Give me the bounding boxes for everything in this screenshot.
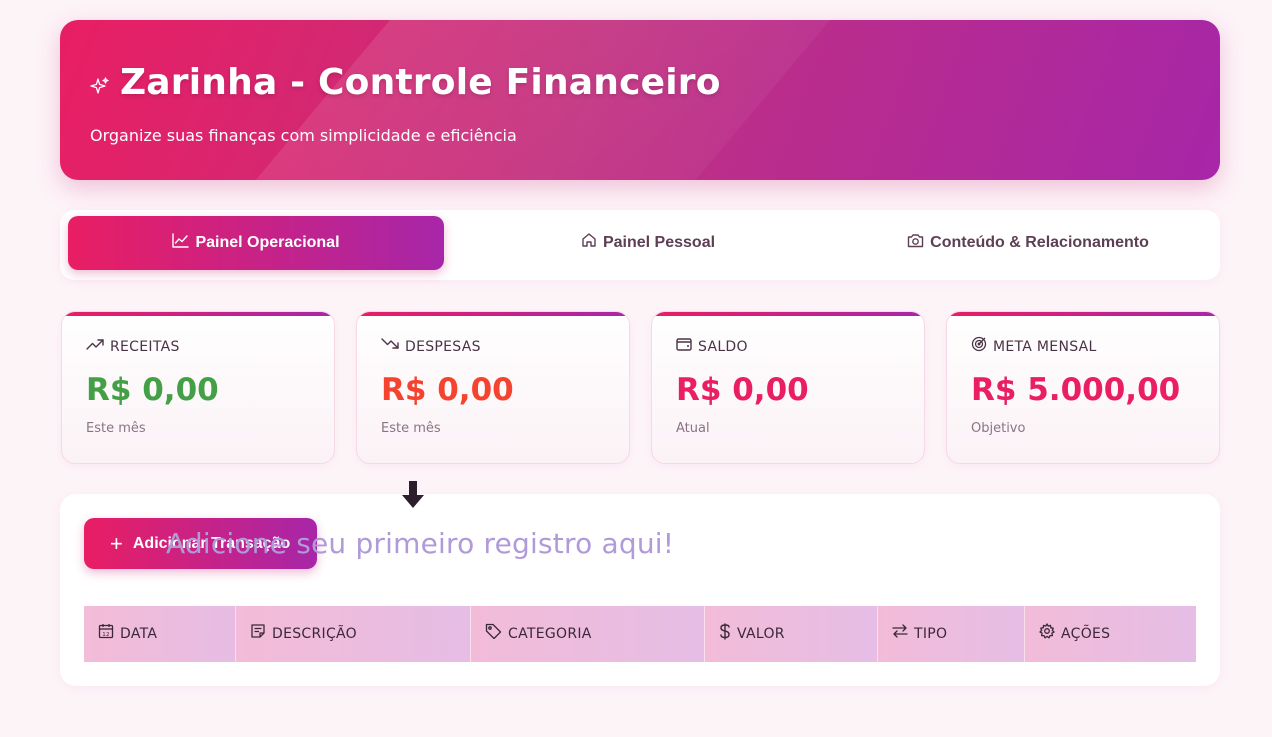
tab-label: Painel Operacional bbox=[195, 234, 340, 251]
card-label: SALDO bbox=[698, 339, 748, 355]
app-header: Zarinha - Controle Financeiro Organize s… bbox=[60, 20, 1220, 180]
column-header-categoria[interactable]: CATEGORIA bbox=[471, 606, 705, 662]
card-meta-mensal: META MENSAL R$ 5.000,00 Objetivo bbox=[946, 311, 1220, 464]
card-value: R$ 5.000,00 bbox=[971, 372, 1181, 408]
tab-conteudo-relacionamento[interactable]: Conteúdo & Relacionamento bbox=[844, 216, 1212, 270]
card-saldo: SALDO R$ 0,00 Atual bbox=[651, 311, 925, 464]
column-header-descricao[interactable]: DESCRIÇÃO bbox=[236, 606, 471, 662]
chart-line-icon bbox=[172, 232, 190, 248]
card-label-row: DESPESAS bbox=[381, 338, 481, 355]
column-label: DATA bbox=[120, 626, 158, 642]
column-label: VALOR bbox=[737, 626, 785, 642]
main-tabs: Painel Operacional Painel Pessoal Conteú… bbox=[60, 210, 1220, 280]
tab-painel-operacional[interactable]: Painel Operacional bbox=[68, 216, 444, 270]
card-caption: Objetivo bbox=[971, 421, 1026, 436]
card-label-row: SALDO bbox=[676, 338, 748, 355]
card-label: RECEITAS bbox=[110, 339, 180, 355]
column-label: AÇÕES bbox=[1061, 626, 1111, 642]
card-caption: Este mês bbox=[86, 421, 146, 436]
target-icon bbox=[971, 336, 987, 352]
column-label: DESCRIÇÃO bbox=[272, 626, 357, 642]
transactions-table-header: 12 DATA DESCRIÇÃO CATEGORIA VALOR TIPO A… bbox=[84, 606, 1196, 662]
card-caption: Atual bbox=[676, 421, 710, 436]
calendar-icon: 12 bbox=[98, 624, 114, 639]
svg-text:12: 12 bbox=[102, 632, 110, 638]
page-subtitle: Organize suas finanças com simplicidade … bbox=[90, 126, 517, 145]
card-receitas: RECEITAS R$ 0,00 Este mês bbox=[61, 311, 335, 464]
home-icon bbox=[582, 233, 596, 247]
column-header-tipo[interactable]: TIPO bbox=[878, 606, 1025, 662]
tag-icon bbox=[485, 623, 502, 639]
card-despesas: DESPESAS R$ 0,00 Este mês bbox=[356, 311, 630, 464]
trending-up-icon bbox=[86, 339, 104, 350]
plus-icon: + bbox=[110, 530, 123, 556]
dollar-icon bbox=[720, 622, 730, 640]
card-caption: Este mês bbox=[381, 421, 441, 436]
page-title: Zarinha - Controle Financeiro bbox=[120, 62, 721, 103]
trending-down-icon bbox=[381, 338, 399, 349]
column-label: TIPO bbox=[914, 626, 948, 642]
column-header-data[interactable]: 12 DATA bbox=[84, 606, 236, 662]
card-label: META MENSAL bbox=[993, 339, 1097, 355]
column-header-valor[interactable]: VALOR bbox=[705, 606, 878, 662]
card-value: R$ 0,00 bbox=[381, 372, 514, 408]
empty-state-hint: Adicione seu primeiro registro aqui! bbox=[166, 527, 675, 560]
card-value: R$ 0,00 bbox=[86, 372, 219, 408]
tab-label: Conteúdo & Relacionamento bbox=[930, 234, 1149, 251]
gear-icon bbox=[1039, 623, 1055, 639]
swap-icon bbox=[892, 624, 908, 638]
column-label: CATEGORIA bbox=[508, 626, 592, 642]
note-icon bbox=[251, 624, 265, 638]
tab-label: Painel Pessoal bbox=[602, 234, 716, 251]
card-label-row: META MENSAL bbox=[971, 336, 1097, 355]
wallet-icon bbox=[676, 338, 692, 351]
tab-painel-pessoal[interactable]: Painel Pessoal bbox=[460, 216, 836, 270]
sparkle-icon bbox=[90, 76, 109, 94]
title-row: Zarinha - Controle Financeiro bbox=[90, 62, 721, 103]
card-label: DESPESAS bbox=[405, 339, 481, 355]
card-label-row: RECEITAS bbox=[86, 339, 180, 355]
transactions-panel: + Adicionar Transação Adicione seu prime… bbox=[60, 494, 1220, 686]
card-value: R$ 0,00 bbox=[676, 372, 809, 408]
column-header-acoes[interactable]: AÇÕES bbox=[1025, 606, 1196, 662]
arrow-down-icon bbox=[402, 481, 424, 508]
camera-icon bbox=[907, 233, 924, 247]
